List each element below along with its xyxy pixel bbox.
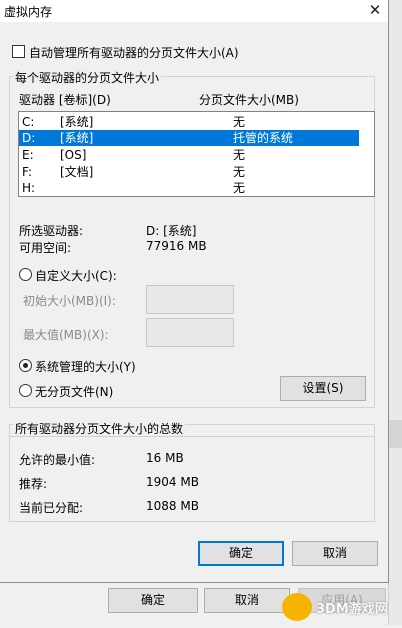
drive-row-c[interactable]: C: [系统] 无: [19, 114, 359, 130]
title-bar: 虚拟内存 ✕: [0, 0, 388, 22]
drive-list[interactable]: C: [系统] 无 D: [系统] 托管的系统 E: [OS] 无 F: [文档…: [18, 111, 375, 197]
recommended-value: 1904 MB: [146, 475, 199, 489]
auto-manage-checkbox[interactable]: [12, 45, 25, 58]
recommended-label: 推荐:: [19, 477, 48, 491]
watermark-text: 3DM游戏网: [316, 602, 388, 617]
max-size-field[interactable]: [146, 318, 234, 347]
parent-cancel-button[interactable]: 取消: [204, 588, 290, 613]
drive-row-f[interactable]: F: [文档] 无: [19, 164, 359, 180]
initial-size-label: 初始大小(MB)(I):: [23, 294, 116, 308]
system-managed-label[interactable]: 系统管理的大小(Y): [35, 358, 136, 375]
initial-size-field[interactable]: [146, 285, 234, 314]
column-header-drive: 驱动器 [卷标](D): [19, 93, 111, 107]
ok-button[interactable]: 确定: [198, 541, 284, 566]
set-button[interactable]: 设置(S): [280, 376, 366, 401]
totals-group-title: 所有驱动器分页文件大小的总数: [13, 420, 186, 437]
allocated-value: 1088 MB: [146, 499, 199, 513]
no-paging-label[interactable]: 无分页文件(N): [35, 383, 113, 400]
watermark-logo-icon: [282, 593, 312, 621]
system-managed-radio[interactable]: [19, 359, 32, 372]
virtual-memory-dialog: 虚拟内存 ✕ 自动管理所有驱动器的分页文件大小(A) 每个驱动器的分页文件大小 …: [0, 0, 389, 583]
parent-scroll-strip: [388, 420, 402, 448]
auto-manage-label[interactable]: 自动管理所有驱动器的分页文件大小(A): [29, 44, 239, 61]
selected-drive-label: 所选驱动器:: [19, 224, 84, 238]
drive-row-d[interactable]: D: [系统] 托管的系统: [19, 130, 359, 146]
drive-row-h[interactable]: H: 无: [19, 180, 359, 196]
no-paging-radio[interactable]: [19, 384, 32, 397]
drive-row-e[interactable]: E: [OS] 无: [19, 147, 359, 163]
free-space-label: 可用空间:: [19, 241, 72, 255]
parent-ok-button[interactable]: 确定: [108, 588, 198, 613]
allocated-label: 当前已分配:: [19, 501, 84, 515]
window-title: 虚拟内存: [4, 5, 53, 19]
close-icon[interactable]: ✕: [362, 0, 388, 22]
per-drive-group-title: 每个驱动器的分页文件大小: [13, 69, 162, 86]
totals-divider: [9, 436, 375, 437]
max-size-label: 最大值(MB)(X):: [23, 328, 109, 342]
min-size-label: 允许的最小值:: [19, 453, 96, 467]
custom-size-radio[interactable]: [19, 268, 32, 281]
selected-drive-value: D: [系统]: [146, 224, 197, 238]
min-size-value: 16 MB: [146, 451, 184, 465]
custom-size-label[interactable]: 自定义大小(C):: [35, 267, 117, 284]
free-space-value: 77916 MB: [146, 239, 207, 253]
column-header-size: 分页文件大小(MB): [199, 93, 299, 107]
cancel-button[interactable]: 取消: [292, 541, 378, 566]
parent-dialog-edge: [388, 0, 402, 625]
